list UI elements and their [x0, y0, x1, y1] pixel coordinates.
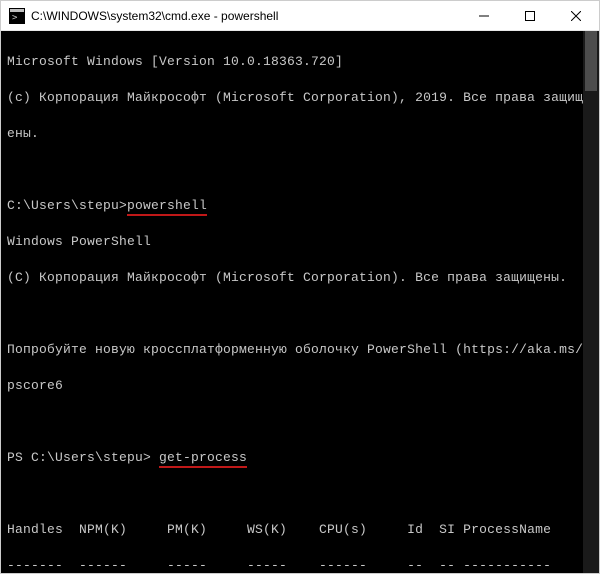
blank-line: [7, 413, 597, 431]
prompt-path: PS C:\Users\stepu>: [7, 450, 159, 465]
close-button[interactable]: [553, 1, 599, 30]
banner-line: Microsoft Windows [Version 10.0.18363.72…: [7, 53, 597, 71]
titlebar[interactable]: > C:\WINDOWS\system32\cmd.exe - powershe…: [1, 1, 599, 31]
terminal-body[interactable]: Microsoft Windows [Version 10.0.18363.72…: [1, 31, 599, 573]
prompt-path: C:\Users\stepu>: [7, 198, 127, 213]
table-divider: ------- ------ ----- ----- ------ -- -- …: [7, 557, 597, 573]
prompt-line: PS C:\Users\stepu> get-process: [7, 449, 597, 467]
ps-banner: (С) Корпорация Майкрософт (Microsoft Cor…: [7, 269, 597, 287]
svg-text:>: >: [12, 13, 18, 23]
window-title: C:\WINDOWS\system32\cmd.exe - powershell: [31, 9, 461, 23]
maximize-button[interactable]: [507, 1, 553, 30]
ps-banner: pscore6: [7, 377, 597, 395]
typed-command: get-process: [159, 450, 247, 468]
prompt-line: C:\Users\stepu>powershell: [7, 197, 597, 215]
ps-banner: Windows PowerShell: [7, 233, 597, 251]
blank-line: [7, 305, 597, 323]
minimize-button[interactable]: [461, 1, 507, 30]
banner-line: ены.: [7, 125, 597, 143]
scrollbar-thumb[interactable]: [585, 31, 597, 91]
banner-line: (с) Корпорация Майкрософт (Microsoft Cor…: [7, 89, 597, 107]
ps-banner: Попробуйте новую кроссплатформенную обол…: [7, 341, 597, 359]
typed-command: powershell: [127, 198, 207, 216]
window-controls: [461, 1, 599, 30]
blank-line: [7, 161, 597, 179]
table-header: Handles NPM(K) PM(K) WS(K) CPU(s) Id SI …: [7, 521, 597, 539]
cmd-window: > C:\WINDOWS\system32\cmd.exe - powershe…: [0, 0, 600, 574]
blank-line: [7, 485, 597, 503]
cmd-icon: >: [9, 8, 25, 24]
vertical-scrollbar[interactable]: [583, 31, 599, 573]
